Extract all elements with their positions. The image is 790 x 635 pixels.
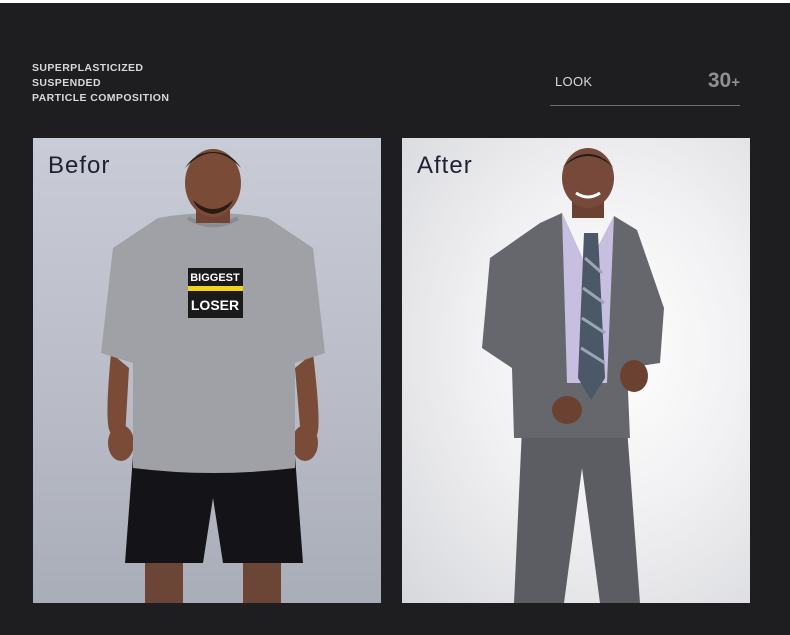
before-right-leg: [243, 558, 281, 603]
look-plus: +: [731, 74, 740, 91]
look-block: LOOK 30+: [550, 65, 740, 106]
before-label: Befor: [48, 152, 111, 179]
shirt-logo-line-1: BIGGEST: [190, 272, 240, 284]
after-person-illustration: [482, 148, 664, 603]
look-label: LOOK: [555, 74, 593, 89]
look-number-value: 30: [707, 69, 732, 92]
after-photo-panel: After: [402, 138, 750, 603]
before-tshirt: [101, 213, 325, 473]
after-right-hand: [620, 360, 648, 392]
after-left-hand: [552, 396, 582, 424]
before-left-hand: [108, 425, 134, 461]
before-left-arm: [107, 353, 129, 438]
subtitle-text: SUPERPLASTICIZED SUSPENDED PARTICLE COMP…: [32, 61, 169, 106]
after-trousers: [514, 428, 640, 603]
subtitle-line-1: SUPERPLASTICIZED: [32, 62, 144, 74]
subtitle-line-2: SUSPENDED: [32, 77, 101, 89]
shirt-logo-line-2: LOSER: [191, 297, 239, 313]
before-left-leg: [145, 558, 183, 603]
page-frame: SUPERPLASTICIZED SUSPENDED PARTICLE COMP…: [0, 0, 790, 635]
look-number: 30+: [708, 69, 740, 93]
before-right-hand: [292, 425, 318, 461]
before-photo-panel: BIGGEST LOSER Befor: [33, 138, 381, 603]
subtitle-line-3: PARTICLE COMPOSITION: [32, 92, 170, 104]
after-head: [562, 148, 614, 208]
before-person-illustration: BIGGEST LOSER: [101, 149, 325, 603]
shirt-logo-stripe: [188, 286, 243, 291]
after-label: After: [417, 152, 473, 179]
